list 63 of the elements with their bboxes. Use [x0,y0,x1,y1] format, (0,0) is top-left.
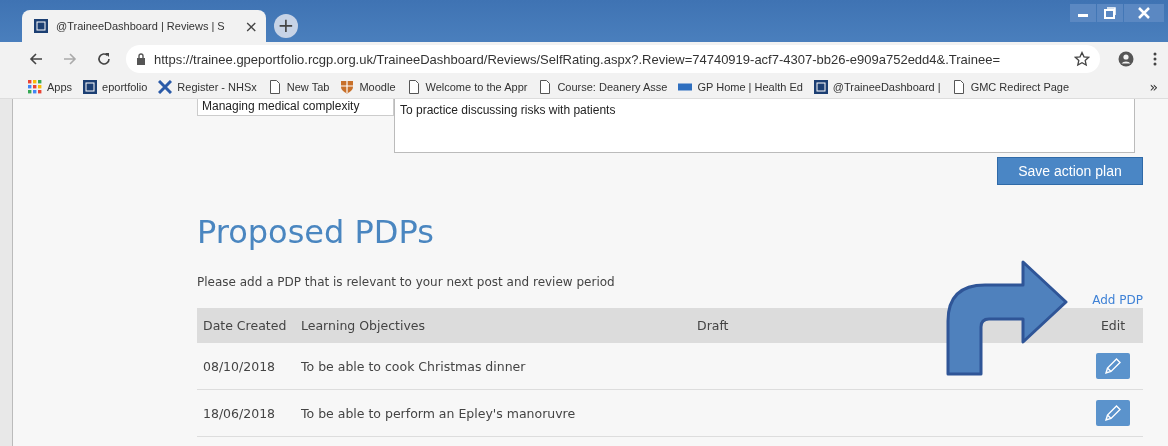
bookmark-label: Apps [47,81,73,93]
bookmark-label: New Tab [286,81,330,93]
bookmark-label: Moodle [359,81,396,93]
page-icon [406,80,421,94]
menu-icon[interactable] [1152,51,1158,67]
apps-grid-icon [28,80,42,94]
lock-icon [136,53,146,65]
bookmark[interactable]: Moodle [340,80,396,94]
reload-icon[interactable] [96,51,112,67]
profile-icon[interactable] [1118,51,1134,67]
close-icon[interactable] [1124,4,1164,22]
bookmark-label: Course: Deanery Asse [557,81,668,93]
close-icon[interactable]: × [244,16,258,36]
logo-icon [83,80,98,94]
bookmark[interactable]: Apps [28,80,73,94]
add-pdp-link[interactable]: Add PDP [1092,293,1143,307]
bookmark[interactable]: Register - NHSx [158,80,257,94]
more-bookmarks[interactable]: » [1149,79,1158,95]
bookmark[interactable]: eportfolio [83,80,148,94]
minimize-icon[interactable] [1070,4,1096,22]
save-button[interactable]: Save action plan [997,157,1143,185]
bookmark[interactable]: GP Home | Health Ed [678,80,803,94]
table-cell-text: 08/10/2018 [202,358,277,374]
edit-button[interactable] [1096,353,1130,379]
intro-text: Please add a PDP that is relevant to your next post and review period [197,275,616,289]
star-icon[interactable] [1074,51,1090,67]
bookmark[interactable]: GMC Redirect Page [951,80,1070,94]
bookmark[interactable]: New Tab [267,80,330,94]
competency-cell: Managing medical complexity [197,99,394,116]
new-tab-button[interactable]: + [274,14,298,38]
back-icon[interactable] [28,51,44,67]
action-plan-field[interactable]: To practice discussing risks with patients [394,99,1135,153]
bookmark-label: @TraineeDashboard | [832,81,941,93]
section-heading: Proposed PDPs [197,213,435,251]
url-text: https://trainee.gpeportfolio.rcgp.org.uk/TraineeDashboard/Reviews/SelfRating.aspx?.Review=74740919-acf7-4307-bb26-e909a752edd4&.Trainee= [154,51,1002,67]
bookmark[interactable]: @TraineeDashboard | [813,80,941,94]
edit-button[interactable] [1096,400,1130,426]
column-header: Draft [697,318,730,333]
cross-icon [158,80,173,94]
bookmark[interactable]: Welcome to the Appr [406,80,528,94]
table-cell-text: 18/06/2018 [202,405,277,421]
forward-icon[interactable] [62,51,78,67]
bookmark[interactable]: Course: Deanery Asse [538,80,668,94]
column-header: Learning Objectives [301,318,427,333]
tab-title: @TraineeDashboard | Reviews | S [56,20,226,32]
page-icon [951,80,966,94]
restore-icon[interactable] [1097,4,1123,22]
page-icon [267,80,282,94]
bookmark-label: GP Home | Health Ed [697,81,803,93]
table-cell-text: To be able to perform an Epley's manoruvre [301,405,577,421]
column-header: Edit [1099,318,1127,333]
logo-icon [34,19,48,33]
logo-icon [813,80,828,94]
bookmark-label: Register - NHSx [177,81,257,93]
column-header: Date Created [202,318,288,333]
address-bar[interactable]: https://trainee.gpeportfolio.rcgp.org.uk/TraineeDashboard/Reviews/SelfRating.aspx?.Review=74740919-acf7-4307-bb26-e909a752edd4&.Trainee= [126,45,1100,73]
bookmark-label: Welcome to the Appr [425,81,528,93]
page-icon [538,80,553,94]
bookmark-label: GMC Redirect Page [970,81,1070,93]
browser-tab[interactable]: @TraineeDashboard | Reviews | S × [22,10,266,42]
table-cell-text: To be able to cook Christmas dinner [301,358,527,374]
bookmark-label: eportfolio [102,81,148,93]
shield-icon [340,80,355,94]
